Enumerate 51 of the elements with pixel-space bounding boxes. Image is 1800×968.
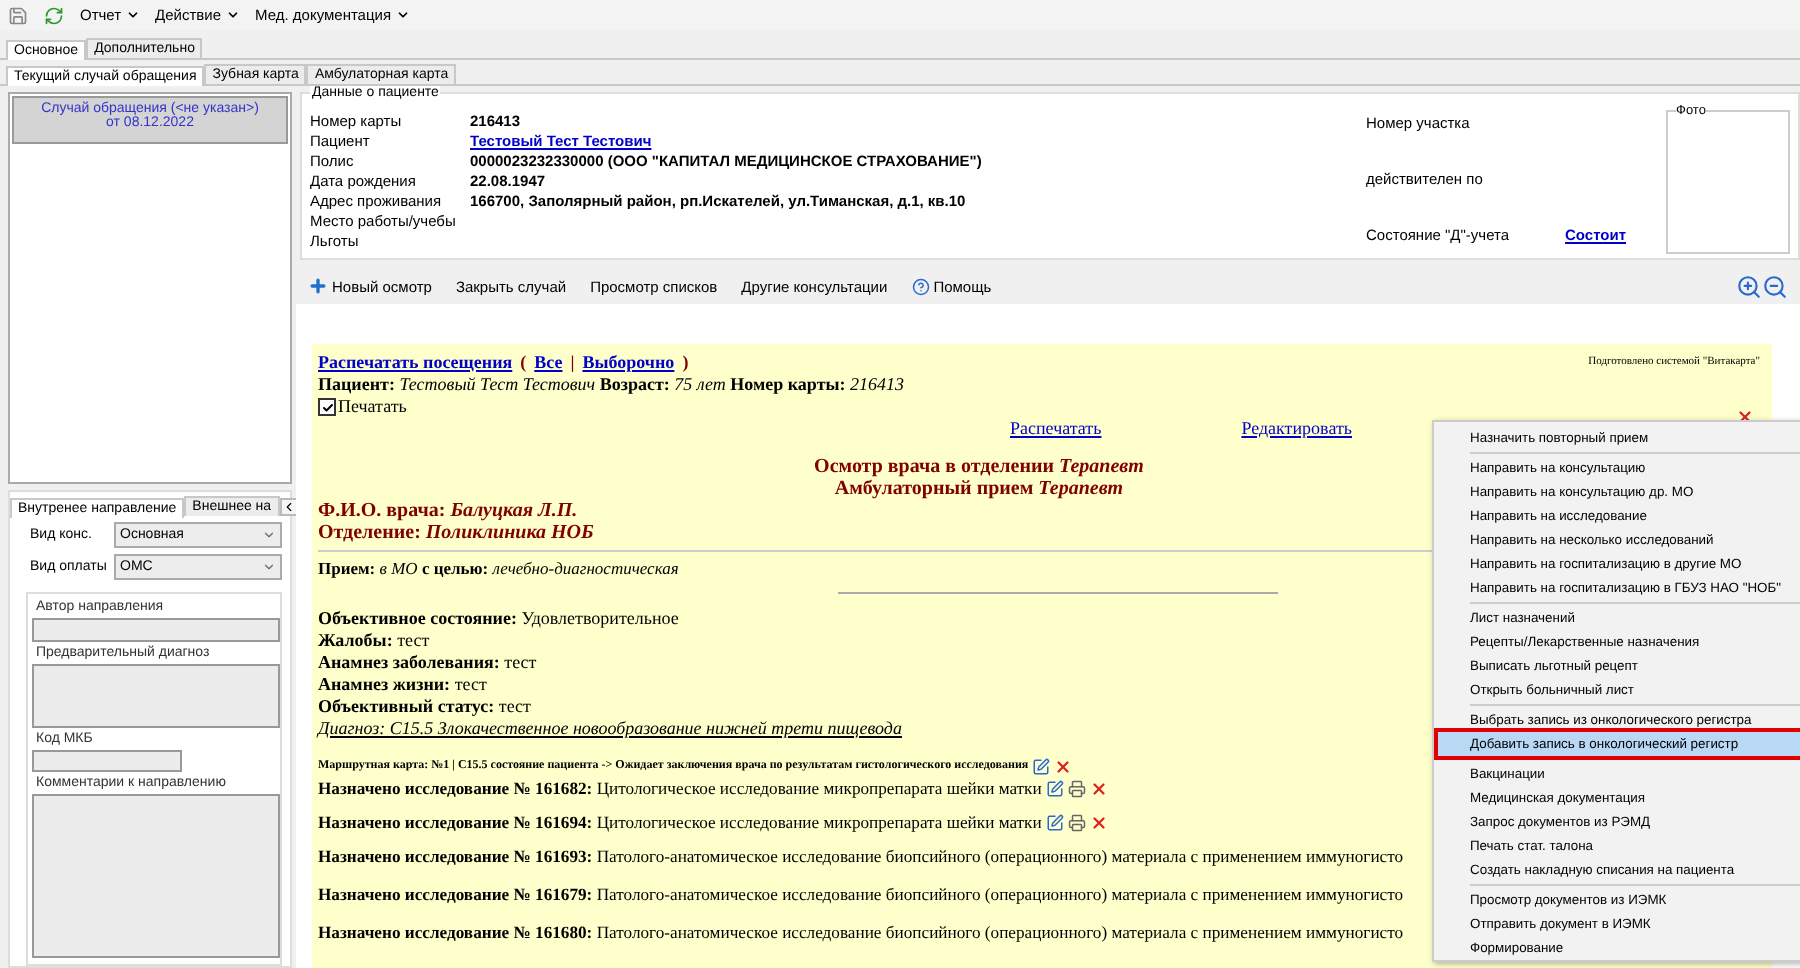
plus-icon xyxy=(308,276,328,296)
refresh-icon[interactable] xyxy=(44,5,64,25)
parenthesis-text: ) xyxy=(682,352,689,374)
caret-icon xyxy=(125,8,140,22)
finding-line: Объективный статус: тест xyxy=(318,696,531,718)
edit-icon[interactable] xyxy=(1045,780,1064,798)
input-field[interactable] xyxy=(32,794,280,958)
caret-icon xyxy=(262,560,276,574)
document-title: Амбулаторный прием Терапевт xyxy=(834,478,1124,500)
delete-icon[interactable] xyxy=(1089,814,1108,832)
print-icon[interactable] xyxy=(1067,814,1086,832)
parenthesis-text: ( xyxy=(520,352,527,374)
finding-line: Анамнез жизни: тест xyxy=(318,674,487,696)
input-field[interactable] xyxy=(32,618,280,642)
doctor-info: Отделение: Поликлиника НОБ xyxy=(318,522,594,544)
finding-line: Жалобы: тест xyxy=(318,630,430,652)
print-option-link[interactable]: Выборочно xyxy=(582,352,675,374)
action-link[interactable]: Редактировать xyxy=(1241,418,1352,440)
caret-icon xyxy=(395,8,410,22)
finding-line: Объективное состояние: Удовлетворительное xyxy=(318,608,679,630)
reception-line: Прием: в МО с целью: лечебно-диагностическая xyxy=(318,558,679,580)
scroll-left-icon[interactable] xyxy=(281,499,296,513)
delete-icon[interactable] xyxy=(1089,780,1108,798)
print-visits-link[interactable]: Распечатать посещения xyxy=(318,352,513,374)
print-option-link[interactable]: Все xyxy=(534,352,563,374)
caret-icon xyxy=(225,8,240,22)
delete-icon[interactable] xyxy=(1054,758,1073,776)
input-field[interactable] xyxy=(32,664,280,728)
patient-summary: Пациент: Тестовый Тест Тестович Возраст: 75 лет Номер карты: 216413 xyxy=(318,374,905,396)
edit-icon[interactable] xyxy=(1032,758,1051,776)
caret-icon xyxy=(262,528,276,542)
input-field[interactable] xyxy=(32,750,183,772)
checkbox[interactable] xyxy=(318,398,336,416)
action-link[interactable]: Распечатать xyxy=(1010,418,1102,440)
print-icon[interactable] xyxy=(1067,780,1086,798)
diagnosis-line: Диагноз: C15.5 Злокачественное новообразование нижней трети пищевода xyxy=(318,718,902,740)
study-line: Назначено исследование № 161682: Цитологическое исследование микропрепарата шейки матки xyxy=(318,778,1042,800)
study-line: Назначено исследование № 161693: Патолого-анатомическое исследование биопсийного (операционного) материала с применением иммуногисто xyxy=(318,846,1404,868)
study-line: Назначено исследование № 161679: Патолого-анатомическое исследование биопсийного (операционного) материала с применением иммуногисто xyxy=(318,884,1404,906)
finding-line: Анамнез заболевания: тест xyxy=(318,652,537,674)
edit-icon[interactable] xyxy=(1045,814,1064,832)
doctor-info: Ф.И.О. врача: Балуцкая Л.П. xyxy=(318,500,578,522)
document-title: Осмотр врача в отделении Терапевт xyxy=(814,456,1144,478)
zoom-out-icon[interactable] xyxy=(1762,273,1788,299)
save-icon[interactable] xyxy=(8,5,28,25)
help-icon xyxy=(911,277,930,295)
zoom-in-icon[interactable] xyxy=(1736,273,1762,299)
vertical-bar-text: | xyxy=(570,352,575,374)
study-line: Назначено исследование № 161680: Патолого-анатомическое исследование биопсийного (операционного) материала с применением иммуногисто xyxy=(318,922,1404,944)
checkbox-label: Печатать xyxy=(338,396,407,418)
study-line: Назначено исследование № 161694: Цитологическое исследование микропрепарата шейки матки xyxy=(318,812,1042,834)
